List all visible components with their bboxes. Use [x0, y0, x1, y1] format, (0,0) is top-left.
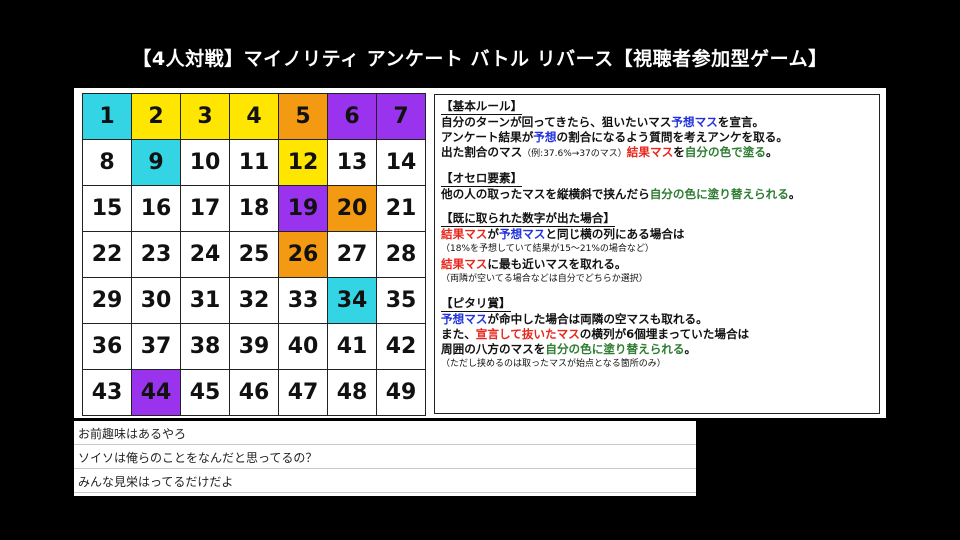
rules-basic-line-2: アンケート結果が予想の割合になるよう質問を考えアンケを取る。 — [441, 130, 788, 144]
rules-taken: 【既に取られた数字が出た場合】 結果マスが予想マスと同じ横の列にある場合は （1… — [441, 211, 873, 287]
board-cell-48[interactable]: 48 — [327, 369, 377, 416]
board-cell-4[interactable]: 4 — [229, 93, 279, 140]
board-cell-32[interactable]: 32 — [229, 277, 279, 324]
board-cell-38[interactable]: 38 — [180, 323, 230, 370]
chat-message: みんな見栄はってるだけだよ — [74, 469, 696, 493]
stream-title: 【4人対戦】マイノリティ アンケート バトル リバース【視聴者参加型ゲーム】 — [132, 48, 828, 70]
board-cell-22[interactable]: 22 — [82, 231, 132, 278]
board-cell-11[interactable]: 11 — [229, 139, 279, 186]
rules-taken-line-4: （両隣が空いてる場合などは自分でどちらか選択） — [441, 274, 648, 284]
board-cell-9[interactable]: 9 — [131, 139, 181, 186]
rules-exact-heading: 【ピタリ賞】 — [441, 296, 511, 312]
board-cell-29[interactable]: 29 — [82, 277, 132, 324]
rules-basic: 【基本ルール】 自分のターンが回ってきたら、狙いたいマス予想マスを宣言。 アンケ… — [441, 99, 873, 162]
board-cell-6[interactable]: 6 — [327, 93, 377, 140]
board-cell-18[interactable]: 18 — [229, 185, 279, 232]
rules-taken-heading: 【既に取られた数字が出た場合】 — [441, 211, 615, 227]
board-cell-12[interactable]: 12 — [278, 139, 328, 186]
chat-panel: お前趣味はあるやろ ソイソは俺らのことをなんだと思ってるの？ みんな見栄はってる… — [74, 421, 696, 496]
board-cell-42[interactable]: 42 — [376, 323, 426, 370]
game-board: 1 2 3 4 5 6 7 8 9 10 11 12 13 14 15 16 17 18 19 20 21 22 23 24 2… — [82, 93, 426, 416]
board-cell-45[interactable]: 45 — [180, 369, 230, 416]
board-cell-33[interactable]: 33 — [278, 277, 328, 324]
board-cell-39[interactable]: 39 — [229, 323, 279, 370]
board-cell-10[interactable]: 10 — [180, 139, 230, 186]
rules-panel: 【基本ルール】 自分のターンが回ってきたら、狙いたいマス予想マスを宣言。 アンケ… — [434, 94, 880, 414]
rules-taken-line-2: （18%を予想していて結果が15～21%の場合など） — [441, 244, 654, 254]
board-cell-13[interactable]: 13 — [327, 139, 377, 186]
rules-exact-line-4: （ただし挟めるのは取ったマスが始点となる箇所のみ） — [441, 359, 666, 369]
rules-taken-line-3: 結果マスに最も近いマスを取れる。 — [441, 257, 627, 271]
board-cell-26[interactable]: 26 — [278, 231, 328, 278]
board-cell-24[interactable]: 24 — [180, 231, 230, 278]
board-cell-2[interactable]: 2 — [131, 93, 181, 140]
rules-basic-line-3: 出た割合のマス（例:37.6%→37のマス）結果マスを自分の色で塗る。 — [441, 145, 778, 159]
board-cell-7[interactable]: 7 — [376, 93, 426, 140]
board-cell-1[interactable]: 1 — [82, 93, 132, 140]
rules-othello-line-1: 他の人の取ったマスを縦横斜で挟んだら自分の色に塗り替えられる。 — [441, 187, 801, 201]
rules-taken-line-1: 結果マスが予想マスと同じ横の列にある場合は — [441, 227, 685, 241]
board-cell-8[interactable]: 8 — [82, 139, 132, 186]
board-cell-3[interactable]: 3 — [180, 93, 230, 140]
board-cell-14[interactable]: 14 — [376, 139, 426, 186]
board-cell-31[interactable]: 31 — [180, 277, 230, 324]
board-cell-34[interactable]: 34 — [327, 277, 377, 324]
rules-basic-heading: 【基本ルール】 — [441, 99, 523, 115]
board-cell-16[interactable]: 16 — [131, 185, 181, 232]
board-cell-36[interactable]: 36 — [82, 323, 132, 370]
board-cell-41[interactable]: 41 — [327, 323, 377, 370]
rules-exact-line-2: また、宣言して抜いたマスの横列が6個埋まっていた場合は — [441, 327, 750, 341]
board-cell-15[interactable]: 15 — [82, 185, 132, 232]
rules-basic-line-1: 自分のターンが回ってきたら、狙いたいマス予想マスを宣言。 — [441, 115, 765, 129]
board-cell-5[interactable]: 5 — [278, 93, 328, 140]
chat-message: ソイソは俺らのことをなんだと思ってるの？ — [74, 445, 696, 469]
board-cell-43[interactable]: 43 — [82, 369, 132, 416]
board-cell-19[interactable]: 19 — [278, 185, 328, 232]
rules-othello: 【オセロ要素】 他の人の取ったマスを縦横斜で挟んだら自分の色に塗り替えられる。 — [441, 171, 873, 202]
chat-message: お前趣味はあるやろ — [74, 421, 696, 445]
rules-exact-line-3: 周囲の八方のマスを自分の色に塗り替えられる。 — [441, 342, 697, 356]
board-cell-27[interactable]: 27 — [327, 231, 377, 278]
board-cell-25[interactable]: 25 — [229, 231, 279, 278]
board-cell-37[interactable]: 37 — [131, 323, 181, 370]
board-cell-44[interactable]: 44 — [131, 369, 181, 416]
board-cell-30[interactable]: 30 — [131, 277, 181, 324]
board-cell-47[interactable]: 47 — [278, 369, 328, 416]
board-cell-40[interactable]: 40 — [278, 323, 328, 370]
board-cell-23[interactable]: 23 — [131, 231, 181, 278]
rules-othello-heading: 【オセロ要素】 — [441, 171, 523, 187]
rules-exact-line-1: 予想マスが命中した場合は両隣の空マスも取れる。 — [441, 312, 708, 326]
rules-exact: 【ピタリ賞】 予想マスが命中した場合は両隣の空マスも取れる。 また、宣言して抜い… — [441, 296, 873, 372]
board-cell-46[interactable]: 46 — [229, 369, 279, 416]
board-cell-17[interactable]: 17 — [180, 185, 230, 232]
board-cell-21[interactable]: 21 — [376, 185, 426, 232]
board-cell-20[interactable]: 20 — [327, 185, 377, 232]
board-cell-49[interactable]: 49 — [376, 369, 426, 416]
board-cell-35[interactable]: 35 — [376, 277, 426, 324]
board-cell-28[interactable]: 28 — [376, 231, 426, 278]
